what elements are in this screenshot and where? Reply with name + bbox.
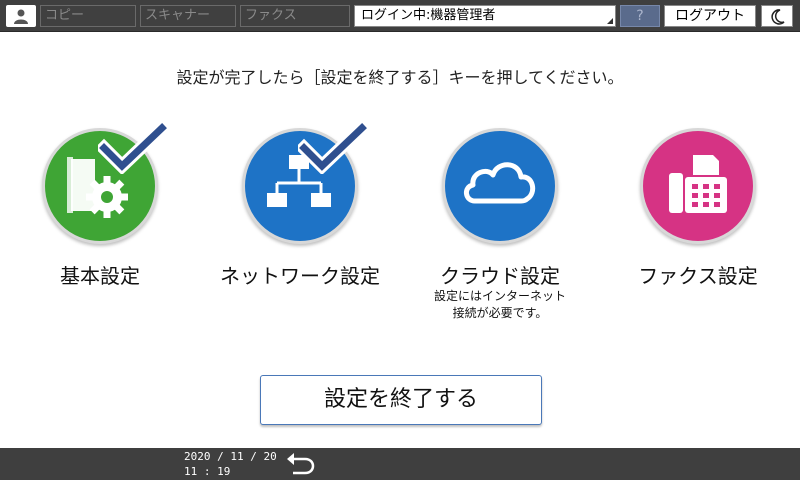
cloud-settings-option[interactable]: クラウド設定 設定にはインターネット 接続が必要です。: [402, 128, 582, 328]
logout-button[interactable]: ログアウト: [664, 5, 756, 27]
network-settings-label: ネットワーク設定: [220, 264, 380, 288]
tab-fax[interactable]: ファクス: [240, 5, 350, 27]
back-button[interactable]: [283, 451, 317, 477]
fax-settings-circle: [640, 128, 756, 244]
energy-saver-button[interactable]: [761, 5, 793, 27]
moon-icon: [771, 9, 785, 25]
basic-settings-option[interactable]: 基本設定: [2, 122, 182, 328]
fax-settings-label: ファクス設定: [638, 264, 758, 288]
login-status-label: ログイン中:機器管理者: [361, 8, 496, 23]
basic-settings-label: 基本設定: [60, 264, 140, 288]
date-text: 2020 / 11 / 20: [184, 450, 277, 463]
fax-icon: [669, 155, 727, 213]
cloud-icon: [464, 162, 536, 204]
cloud-settings-circle: [442, 128, 558, 244]
user-icon: [14, 9, 28, 24]
instruction-text: 設定が完了したら［設定を終了する］キーを押してください。: [176, 68, 624, 87]
checkmark-icon: [98, 122, 168, 174]
cloud-settings-note: 設定にはインターネット 接続が必要です。: [402, 288, 598, 322]
network-settings-option[interactable]: ネットワーク設定: [202, 122, 382, 328]
user-button[interactable]: [6, 5, 36, 27]
cloud-settings-note-line: 設定にはインターネット: [433, 289, 566, 303]
top-bar: コピー スキャナー ファクス ログイン中:機器管理者 ? ログアウト: [0, 0, 800, 32]
help-button[interactable]: ?: [620, 5, 660, 27]
time-text: 11 : 19: [184, 465, 231, 478]
bottom-status-bar: 2020 / 11 / 20 11 : 19: [0, 448, 800, 480]
checkmark-icon: [298, 122, 368, 174]
cloud-settings-note-line: 接続が必要です。: [452, 306, 548, 320]
cloud-settings-label: クラウド設定: [440, 264, 560, 288]
tab-scanner[interactable]: スキャナー: [140, 5, 236, 27]
corner-indicator-icon: [607, 18, 613, 24]
login-status[interactable]: ログイン中:機器管理者: [354, 5, 616, 27]
finish-settings-button[interactable]: 設定を終了する: [260, 375, 542, 425]
date-time: 2020 / 11 / 20 11 : 19: [184, 449, 277, 479]
back-arrow-icon: [287, 453, 315, 475]
fax-settings-option[interactable]: ファクス設定: [600, 128, 780, 328]
tab-copy[interactable]: コピー: [40, 5, 136, 27]
